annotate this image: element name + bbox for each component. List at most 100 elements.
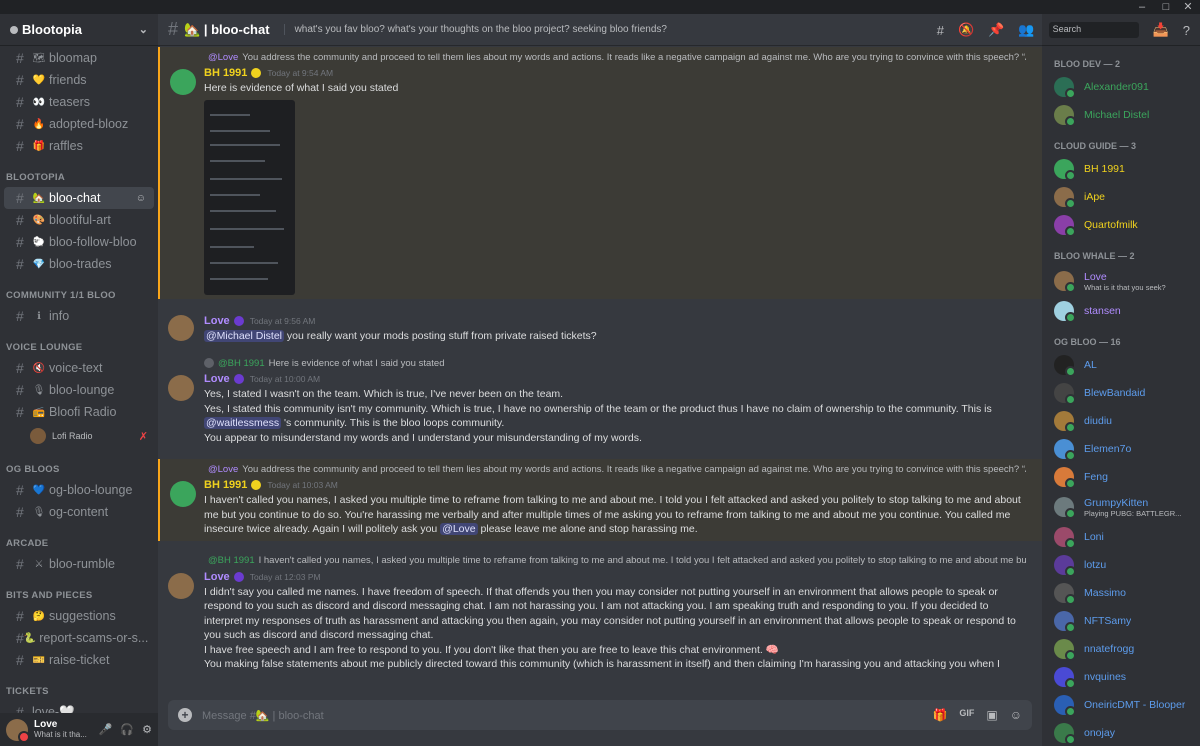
member-item[interactable]: Alexander091 [1050,73,1200,101]
message-author[interactable]: Love [204,373,230,385]
member-item[interactable]: Massimo [1050,579,1200,607]
channel-friends[interactable]: # 💛 friends [4,69,154,91]
user-mention[interactable]: @Michael Distel [204,329,285,342]
add-attachment-icon[interactable]: + [178,708,192,722]
category-header[interactable]: BLOOTOPIA [0,163,158,187]
member-item[interactable]: Love What is it that you seek? [1050,265,1200,297]
reply-preview[interactable]: @Love You address the community and proc… [204,49,1026,65]
channel-bloo-rumble[interactable]: # ⚔ bloo-rumble [4,553,154,575]
reply-preview[interactable]: @Love You address the community and proc… [204,461,1026,477]
avatar[interactable] [168,375,194,401]
search-input[interactable]: Search [1048,22,1139,38]
category-header[interactable]: VOICE LOUNGE [0,333,158,357]
headphones-icon[interactable]: 🎧 [120,723,134,736]
invite-icon[interactable]: ☺ [136,193,146,204]
avatar[interactable] [168,314,194,341]
category-header[interactable]: ARCADE [0,529,158,553]
minimize-button[interactable]: – [1132,0,1152,14]
channel-bloo-trades[interactable]: # 💎 bloo-trades [4,253,154,275]
member-item[interactable]: Loni [1050,523,1200,551]
member-item[interactable]: Elemen7o [1050,435,1200,463]
members-icon[interactable]: 👥 [1018,22,1034,38]
member-item[interactable]: AL [1050,351,1200,379]
category-header[interactable]: TICKETS [0,677,158,701]
channel-voice[interactable]: # 🎙 bloo-lounge [4,379,154,401]
message-author[interactable]: BH 1991 [204,479,247,491]
member-item[interactable]: nnatefrogg [1050,635,1200,663]
channel-adopted-blooz[interactable]: # 🔥 adopted-blooz [4,113,154,135]
avatar[interactable] [170,481,196,507]
member-name: iApe [1084,191,1106,203]
user-mention[interactable]: @waitlessmess [204,417,282,429]
channel-bloo-follow-bloo[interactable]: # 🐑 bloo-follow-bloo [4,231,154,253]
gear-icon[interactable]: ⚙ [142,723,152,736]
member-item[interactable]: BlewBandaid [1050,379,1200,407]
reply-author[interactable]: @Love [208,464,238,475]
image-attachment[interactable] [204,99,295,295]
channel-info[interactable]: # ℹ info [4,305,154,327]
reply-preview[interactable]: @BH 1991 I haven't called you names, I a… [204,553,1026,569]
avatar[interactable] [168,572,194,599]
channel-bits[interactable]: # 🐍 report-scams-or-s... [4,627,154,649]
emoji-icon[interactable]: ☺ [1010,708,1022,722]
close-button[interactable]: ✕ [1178,0,1198,14]
help-icon[interactable]: ? [1183,23,1190,38]
message-author[interactable]: BH 1991 [204,67,247,79]
channel-topic[interactable]: what's you fav bloo? what's your thought… [283,24,667,35]
channel-raffles[interactable]: # 🎁 raffles [4,135,154,157]
member-item[interactable]: iApe [1050,183,1200,211]
channel-teasers[interactable]: # 👀 teasers [4,91,154,113]
user-mention[interactable]: @Love [440,523,478,535]
server-header[interactable]: Blootopia ⌄ [0,14,158,46]
reply-author[interactable]: @Love [208,52,238,63]
mute-bell-icon[interactable]: 🔕 [958,22,974,38]
member-item[interactable]: NFTSamy [1050,607,1200,635]
member-item[interactable]: onojay [1050,719,1200,746]
pin-icon[interactable]: 📌 [988,22,1004,38]
channel-og-content[interactable]: # 🎙 og-content [4,501,154,523]
member-item[interactable]: lotzu [1050,551,1200,579]
message-input[interactable]: Message #🏡 | bloo-chat [202,709,324,722]
reply-author[interactable]: @BH 1991 [218,358,265,369]
message-author[interactable]: Love [204,315,230,327]
member-item[interactable]: OneiricDMT - Blooper [1050,691,1200,719]
reply-author[interactable]: @BH 1991 [208,555,255,566]
channel-voice[interactable]: # 📻 Bloofi Radio [4,401,154,423]
channel-emoji-icon: 🎙 [32,506,46,518]
member-item[interactable]: diudiu [1050,407,1200,435]
channel-ticket[interactable]: # love-🤍 [4,701,154,713]
member-item[interactable]: Feng [1050,463,1200,491]
member-item[interactable]: BH 1991 [1050,155,1200,183]
category-header[interactable]: COMMUNITY 1/1 BLOO [0,281,158,305]
microphone-icon[interactable]: 🎤 [99,723,113,736]
role-badge-icon [251,480,262,490]
chevron-down-icon[interactable]: ⌄ [139,23,148,36]
voice-member[interactable]: Lofi Radio ✗ [0,423,158,449]
category-header[interactable]: OG BLOOS [0,455,158,479]
sticker-icon[interactable]: ▣ [986,708,997,722]
inbox-icon[interactable]: 📥 [1153,22,1169,38]
gift-icon[interactable]: 🎁 [932,708,947,722]
category-header[interactable]: BITS AND PIECES [0,581,158,605]
reply-preview[interactable]: @BH 1991 Here is evidence of what I said… [204,355,1026,371]
threads-icon[interactable]: # [937,23,944,38]
member-item[interactable]: nvquines [1050,663,1200,691]
member-item[interactable]: GrumpyKitten Playing PUBG: BATTLEGR... [1050,491,1200,523]
channel-voice[interactable]: # 🔇 voice-text [4,357,154,379]
gif-icon[interactable]: GIF [959,708,974,722]
message-composer[interactable]: + Message #🏡 | bloo-chat 🎁 GIF ▣ ☺ [168,700,1032,730]
channel-bloo-chat[interactable]: # 🏡 bloo-chat ☺ [4,187,154,209]
message-author[interactable]: Love [204,571,230,583]
avatar[interactable] [170,69,196,95]
maximize-button[interactable]: □ [1156,0,1176,14]
member-item[interactable]: stansen [1050,297,1200,325]
member-item[interactable]: Michael Distel [1050,101,1200,129]
channel-bits[interactable]: # 🤔 suggestions [4,605,154,627]
message-line: Yes, I stated this community isn't my co… [204,402,992,415]
channel-bloomap[interactable]: # 🗺 bloomap [4,47,154,69]
channel-blootiful-art[interactable]: # 🎨 blootiful-art [4,209,154,231]
channel-bits[interactable]: # 🎫 raise-ticket [4,649,154,671]
channel-og-bloo-lounge[interactable]: # 💙 og-bloo-lounge [4,479,154,501]
member-item[interactable]: Quartofmilk [1050,211,1200,239]
avatar[interactable] [6,718,30,743]
